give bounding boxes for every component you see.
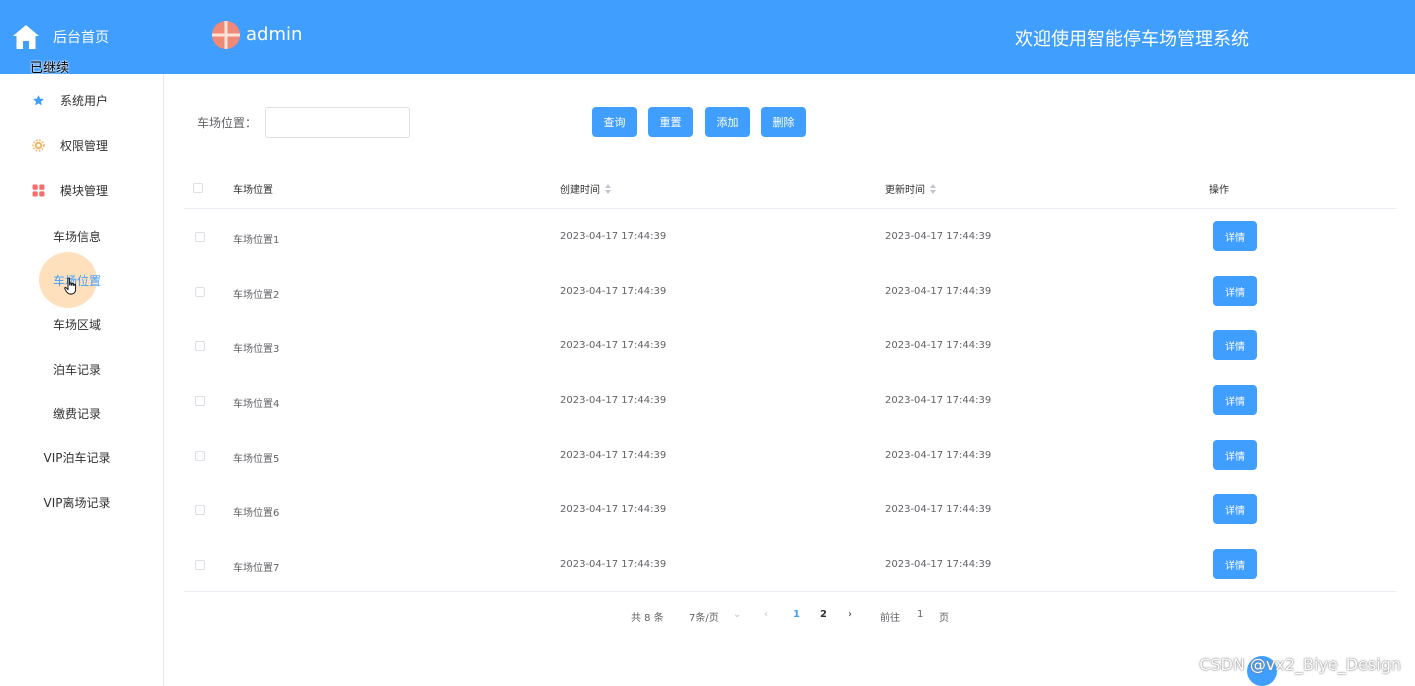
- cell-position: 车场位置4: [233, 399, 280, 410]
- top-header: admin 欢迎使用智能停车场管理系统: [164, 0, 1415, 74]
- delete-button[interactable]: 删除: [761, 107, 806, 137]
- cell-updated: 2023-04-17 17:44:39: [885, 504, 992, 515]
- detail-button[interactable]: 详情: [1213, 221, 1257, 251]
- home-icon: [12, 24, 40, 50]
- table-row: 车场位置2 2023-04-17 17:44:39 2023-04-17 17:…: [184, 264, 1396, 319]
- cell-position: 车场位置6: [233, 508, 280, 519]
- gear-icon: [31, 138, 45, 152]
- star-icon: [31, 93, 45, 107]
- status-overlay-text: 已继续: [30, 61, 70, 76]
- menu-permissions[interactable]: 权限管理: [0, 133, 164, 157]
- submenu-parking-records[interactable]: 泊车记录: [0, 357, 154, 381]
- row-checkbox[interactable]: [195, 341, 205, 351]
- cell-updated: 2023-04-17 17:44:39: [885, 340, 992, 351]
- query-button[interactable]: 查询: [592, 107, 637, 137]
- table-row: 车场位置1 2023-04-17 17:44:39 2023-04-17 17:…: [184, 209, 1396, 264]
- cell-position: 车场位置3: [233, 344, 280, 355]
- row-checkbox[interactable]: [195, 287, 205, 297]
- cell-updated: 2023-04-17 17:44:39: [885, 231, 992, 242]
- watermark: CSDN @vx2_Biye_Design: [1199, 655, 1401, 674]
- add-button[interactable]: 添加: [705, 107, 750, 137]
- cell-created: 2023-04-17 17:44:39: [560, 395, 667, 406]
- main-content: 车场位置： 查询 重置 添加 删除 车场位置 创建时间 更新时间 操作 车场位置…: [170, 80, 1415, 686]
- detail-button[interactable]: 详情: [1213, 276, 1257, 306]
- reset-button[interactable]: 重置: [648, 107, 693, 137]
- cell-updated: 2023-04-17 17:44:39: [885, 286, 992, 297]
- row-checkbox[interactable]: [195, 560, 205, 570]
- menu-label: 权限管理: [60, 138, 109, 153]
- table-row: 车场位置5 2023-04-17 17:44:39 2023-04-17 17:…: [184, 428, 1396, 483]
- submenu-lot-area[interactable]: 车场区域: [0, 312, 154, 336]
- system-title: 欢迎使用智能停车场管理系统: [1015, 29, 1249, 50]
- cell-position: 车场位置5: [233, 454, 280, 465]
- table-row: 车场位置7 2023-04-17 17:44:39 2023-04-17 17:…: [184, 537, 1396, 592]
- sort-icon[interactable]: [605, 183, 611, 194]
- page-size-value: 7条/页: [689, 613, 719, 624]
- cell-updated: 2023-04-17 17:44:39: [885, 450, 992, 461]
- cell-position: 车场位置1: [233, 235, 280, 246]
- row-checkbox[interactable]: [195, 451, 205, 461]
- header-created[interactable]: 创建时间: [560, 181, 611, 196]
- row-checkbox[interactable]: [195, 396, 205, 406]
- page-2[interactable]: 2: [820, 609, 827, 620]
- menu-label: 系统用户: [60, 93, 109, 108]
- detail-button[interactable]: 详情: [1213, 330, 1257, 360]
- search-label: 车场位置：: [197, 116, 258, 130]
- header-position: 车场位置: [233, 185, 273, 196]
- home-label: 后台首页: [53, 30, 109, 46]
- prev-page-icon[interactable]: ‹: [764, 609, 768, 620]
- submenu-vip-parking-records[interactable]: VIP泊车记录: [0, 445, 154, 469]
- sort-icon[interactable]: [930, 183, 936, 194]
- sidebar: 后台首页 已继续 系统用户 权限管理 模块管理 车场信息 车场位置 车场区域 泊…: [0, 0, 164, 686]
- submenu-lot-info[interactable]: 车场信息: [0, 224, 154, 248]
- goto-input[interactable]: 1: [917, 609, 923, 620]
- cell-created: 2023-04-17 17:44:39: [560, 286, 667, 297]
- username: admin: [246, 24, 303, 45]
- cell-created: 2023-04-17 17:44:39: [560, 450, 667, 461]
- cell-created: 2023-04-17 17:44:39: [560, 504, 667, 515]
- menu-system-users[interactable]: 系统用户: [0, 88, 164, 112]
- table-row: 车场位置3 2023-04-17 17:44:39 2023-04-17 17:…: [184, 318, 1396, 373]
- detail-button[interactable]: 详情: [1213, 385, 1257, 415]
- select-all-checkbox[interactable]: [193, 183, 203, 193]
- home-link[interactable]: 后台首页: [0, 0, 164, 74]
- cell-created: 2023-04-17 17:44:39: [560, 340, 667, 351]
- detail-button[interactable]: 详情: [1213, 494, 1257, 524]
- submenu-vip-exit-records[interactable]: VIP离场记录: [0, 490, 154, 514]
- detail-button[interactable]: 详情: [1213, 549, 1257, 579]
- header-created-label: 创建时间: [560, 185, 600, 196]
- detail-button[interactable]: 详情: [1213, 440, 1257, 470]
- goto-label: 前往: [880, 613, 900, 624]
- avatar[interactable]: [212, 21, 240, 49]
- table-row: 车场位置6 2023-04-17 17:44:39 2023-04-17 17:…: [184, 482, 1396, 537]
- table-header-row: 车场位置 创建时间 更新时间 操作: [184, 165, 1396, 209]
- page-unit-label: 页: [939, 613, 949, 624]
- page-1[interactable]: 1: [793, 609, 800, 620]
- header-updated[interactable]: 更新时间: [885, 181, 936, 196]
- table-row: 车场位置4 2023-04-17 17:44:39 2023-04-17 17:…: [184, 373, 1396, 428]
- cell-position: 车场位置2: [233, 290, 280, 301]
- cell-created: 2023-04-17 17:44:39: [560, 231, 667, 242]
- row-checkbox[interactable]: [195, 505, 205, 515]
- menu-modules[interactable]: 模块管理: [0, 178, 164, 202]
- header-action: 操作: [1209, 185, 1229, 196]
- cell-updated: 2023-04-17 17:44:39: [885, 559, 992, 570]
- cell-position: 车场位置7: [233, 563, 280, 574]
- header-updated-label: 更新时间: [885, 185, 925, 196]
- next-page-icon[interactable]: ›: [848, 609, 852, 620]
- hand-cursor-icon: [64, 277, 78, 299]
- cell-updated: 2023-04-17 17:44:39: [885, 395, 992, 406]
- table-divider: [184, 591, 1396, 592]
- cell-created: 2023-04-17 17:44:39: [560, 559, 667, 570]
- position-search-input[interactable]: [265, 107, 410, 138]
- submenu-payment-records[interactable]: 缴费记录: [0, 401, 154, 425]
- menu-label: 模块管理: [60, 183, 109, 198]
- row-checkbox[interactable]: [195, 232, 205, 242]
- grid-icon: [31, 183, 45, 197]
- chevron-down-icon[interactable]: ⌄: [733, 609, 741, 620]
- pager-total: 共 8 条: [631, 613, 664, 624]
